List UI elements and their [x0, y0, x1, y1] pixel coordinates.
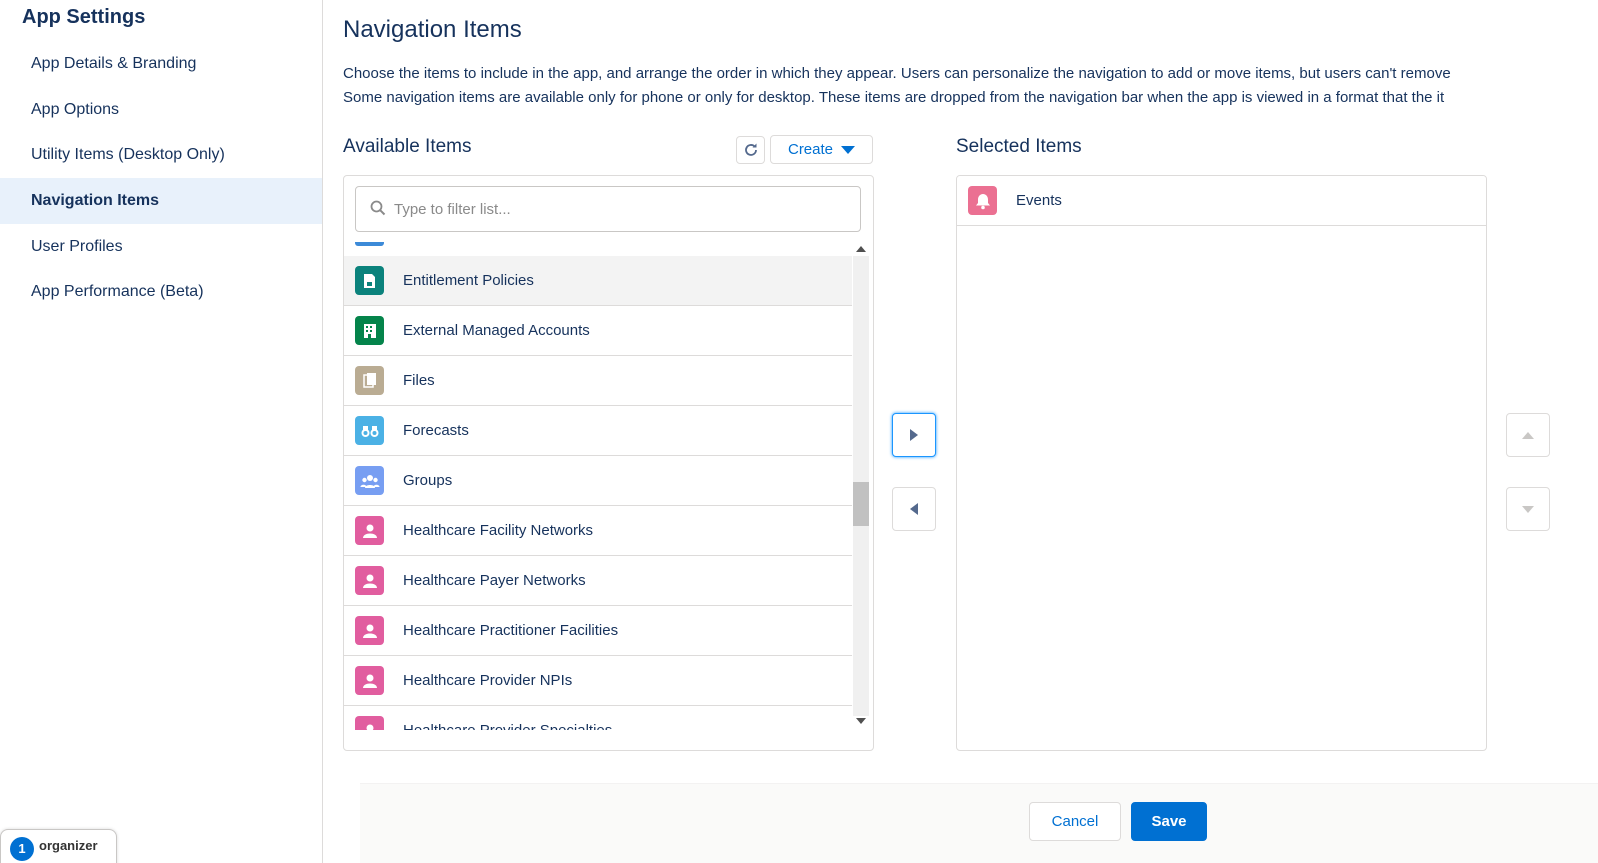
- scroll-down-icon[interactable]: [856, 718, 866, 724]
- building-icon: [355, 316, 384, 345]
- available-items-list: Entitlement Policies External Managed Ac…: [343, 175, 874, 751]
- chevron-down-icon: [841, 145, 856, 154]
- page-title: Navigation Items: [343, 16, 522, 43]
- list-item-label: External Managed Accounts: [403, 322, 590, 339]
- list-item[interactable]: Healthcare Provider Specialties: [344, 706, 852, 730]
- available-items-title: Available Items: [343, 136, 472, 157]
- list-item[interactable]: Forecasts: [344, 406, 852, 456]
- move-up-button[interactable]: [1506, 413, 1550, 457]
- selected-items-list: Events: [956, 175, 1487, 751]
- save-button[interactable]: Save: [1131, 802, 1207, 841]
- scrollbar-thumb[interactable]: [853, 482, 869, 526]
- list-item-label: Healthcare Payer Networks: [403, 572, 586, 589]
- sidebar-item-app-performance[interactable]: App Performance (Beta): [0, 269, 322, 315]
- refresh-button[interactable]: [736, 136, 765, 164]
- organizer-label: organizer: [39, 838, 98, 853]
- contact-icon: [355, 666, 384, 695]
- contact-icon: [355, 716, 384, 730]
- list-item-label: Files: [403, 372, 435, 389]
- move-down-button[interactable]: [1506, 487, 1550, 531]
- list-item[interactable]: Files: [344, 356, 852, 406]
- create-button[interactable]: Create: [770, 135, 873, 164]
- list-item[interactable]: Events: [957, 176, 1486, 226]
- scroll-up-icon[interactable]: [856, 246, 866, 252]
- sidebar-item-app-options[interactable]: App Options: [0, 87, 322, 133]
- available-list-viewport: Entitlement Policies External Managed Ac…: [344, 242, 852, 730]
- sidebar-item-utility-items[interactable]: Utility Items (Desktop Only): [0, 132, 322, 178]
- chevron-up-icon: [1522, 431, 1534, 439]
- sidebar-item-user-profiles[interactable]: User Profiles: [0, 224, 322, 270]
- sidebar-item-navigation-items[interactable]: Navigation Items: [0, 178, 322, 224]
- filter-field[interactable]: [355, 186, 861, 232]
- sidebar-item-app-details-branding[interactable]: App Details & Branding: [0, 41, 322, 87]
- list-item-label: Groups: [403, 472, 453, 489]
- move-to-available-button[interactable]: [892, 487, 936, 531]
- page-description: Choose the items to include in the app, …: [343, 62, 1598, 110]
- search-icon: [370, 200, 386, 216]
- footer-bar: [360, 783, 1598, 863]
- contact-icon: [355, 616, 384, 645]
- partial-list-item: [355, 242, 384, 246]
- list-item-label: Healthcare Facility Networks: [403, 522, 594, 539]
- chevron-down-icon: [1522, 505, 1534, 513]
- list-scrollbar[interactable]: [852, 242, 873, 730]
- cancel-button[interactable]: Cancel: [1029, 802, 1121, 841]
- list-item-label: Forecasts: [403, 422, 469, 439]
- list-item-label: Healthcare Practitioner Facilities: [403, 622, 619, 639]
- contact-icon: [355, 566, 384, 595]
- selected-items-title: Selected Items: [956, 136, 1082, 157]
- list-item-label: Healthcare Provider Specialties: [403, 706, 612, 730]
- list-item-label: Healthcare Provider NPIs: [403, 672, 573, 689]
- chevron-left-icon: [910, 503, 918, 515]
- list-item[interactable]: Healthcare Facility Networks: [344, 506, 852, 556]
- chevron-right-icon: [910, 429, 918, 441]
- organizer-tab[interactable]: 1 organizer: [0, 829, 117, 863]
- file-icon: [355, 366, 384, 395]
- create-label: Create: [787, 141, 834, 158]
- contact-icon: [355, 516, 384, 545]
- filter-input[interactable]: [394, 188, 849, 230]
- list-item[interactable]: Groups: [344, 456, 852, 506]
- groups-icon: [355, 466, 384, 495]
- sidebar-title: App Settings: [22, 6, 146, 28]
- bell-icon: [968, 186, 997, 215]
- list-item[interactable]: Healthcare Practitioner Facilities: [344, 606, 852, 656]
- list-item[interactable]: Healthcare Provider NPIs: [344, 656, 852, 706]
- binoculars-icon: [355, 416, 384, 445]
- refresh-icon: [744, 143, 757, 156]
- entitlement-policy-icon: [355, 266, 384, 295]
- list-item[interactable]: Healthcare Payer Networks: [344, 556, 852, 606]
- description-line-2: Some navigation items are available only…: [343, 89, 1445, 106]
- move-to-selected-button[interactable]: [892, 413, 936, 457]
- sidebar: App Settings App Details & Branding App …: [0, 0, 323, 863]
- list-item-label: Entitlement Policies: [403, 272, 534, 289]
- list-item-label: Events: [1016, 192, 1062, 209]
- description-line-1: Choose the items to include in the app, …: [343, 65, 1451, 82]
- organizer-logo-icon: 1: [10, 837, 34, 861]
- list-item[interactable]: Entitlement Policies: [344, 256, 852, 306]
- list-item[interactable]: External Managed Accounts: [344, 306, 852, 356]
